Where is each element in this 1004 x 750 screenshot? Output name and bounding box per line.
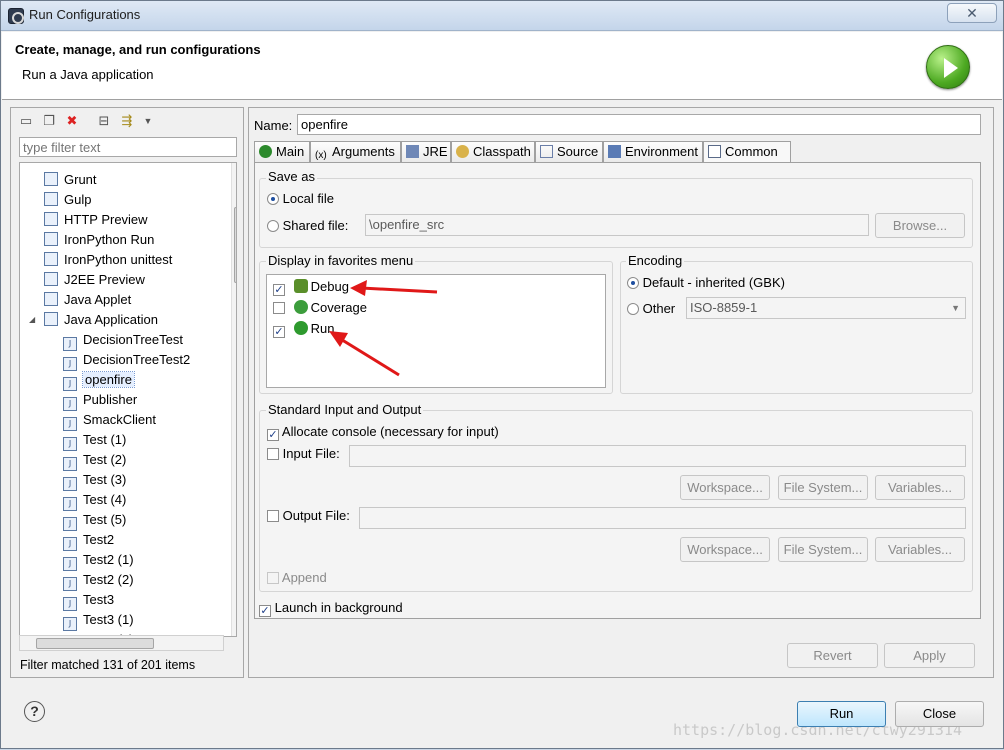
run-configurations-window: Run Configurations ✕ Create, manage, and… [0, 0, 1004, 749]
arrow-to-debug [350, 280, 438, 296]
help-icon[interactable]: ? [24, 701, 45, 722]
close-button[interactable]: Close [895, 701, 984, 727]
run-button[interactable]: Run [797, 701, 886, 727]
annotation-arrows [329, 280, 438, 377]
arrow-to-run [329, 331, 400, 377]
